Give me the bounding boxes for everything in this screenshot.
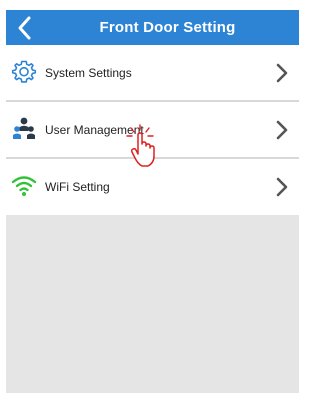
back-button[interactable] [12, 14, 40, 42]
menu-item-system-settings[interactable]: System Settings [6, 45, 299, 102]
menu-item-label: WiFi Setting [45, 180, 110, 194]
chevron-right-icon [276, 63, 288, 83]
header-bar: Front Door Setting [6, 10, 299, 45]
chevron-right-icon [276, 120, 288, 140]
screen: Front Door Setting System Settings User … [6, 10, 299, 393]
wifi-icon [11, 176, 37, 196]
gear-icon [11, 60, 37, 83]
chevron-right-icon [276, 177, 288, 197]
users-icon [13, 117, 35, 139]
tap-hand-icon [126, 124, 155, 167]
menu-item-label: System Settings [45, 66, 132, 80]
page-title: Front Door Setting [99, 19, 236, 36]
